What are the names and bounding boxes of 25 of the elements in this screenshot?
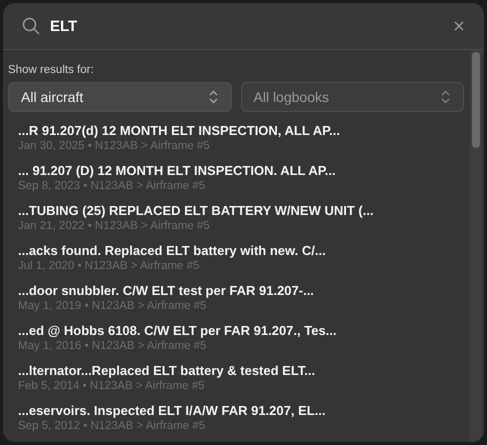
result-meta: May 1, 2019 • N123AB > Airframe #5 [18, 298, 208, 314]
result-title[interactable]: ...acks found. Replaced ELT battery with new. C/... [18, 242, 464, 258]
search-field[interactable]: ELT [50, 18, 454, 34]
result-meta: Jan 30, 2025 • N123AB > Airframe #5 [18, 138, 211, 154]
result-title[interactable]: ...TUBING (25) REPLACED ELT BATTERY W/NEW UNIT (... [18, 202, 464, 218]
chevron-updown-icon [208, 90, 218, 104]
result-title[interactable]: ...R 91.207(d) 12 MONTH ELT INSPECTION, ALL AP... [18, 122, 464, 138]
filter-dropdown[interactable]: All aircraft [8, 82, 232, 112]
result-title[interactable]: ...lternator...Replaced ELT battery & tested ELT... [18, 362, 464, 378]
chevron-updown-icon [441, 90, 450, 104]
result-meta: May 1, 2016 • N123AB > Airframe #5 [18, 338, 208, 354]
result-title[interactable]: ...eservoirs. Inspected ELT I/A/W FAR 91.207, EL... [18, 402, 464, 418]
result-meta: Sep 8, 2023 • N123AB > Airframe #5 [18, 178, 206, 194]
result-title[interactable]: ... 91.207 (D) 12 MONTH ELT INSPECTION. ALL AP... [18, 162, 464, 178]
result-meta: Sep 5, 2012 • N123AB > Airframe #5 [18, 418, 206, 434]
scrollbar-thumb[interactable] [472, 52, 480, 148]
close-icon[interactable] [454, 21, 464, 31]
filter-label: Show results for: [8, 64, 95, 76]
search-icon [22, 17, 40, 35]
result-title[interactable]: ...door snubbler. C/W ELT test per FAR 91.207-... [18, 282, 464, 298]
scrollbar[interactable] [470, 50, 482, 442]
result-meta: Jan 21, 2022 • N123AB > Airframe #5 [18, 218, 211, 234]
result-meta: Jul 1, 2020 • N123AB > Airframe #5 [18, 258, 200, 274]
result-meta: Feb 5, 2014 • N123AB > Airframe #5 [18, 378, 206, 394]
result-title[interactable]: ...ed @ Hobbs 6108. C/W ELT per FAR 91.207., Tes... [18, 322, 464, 338]
